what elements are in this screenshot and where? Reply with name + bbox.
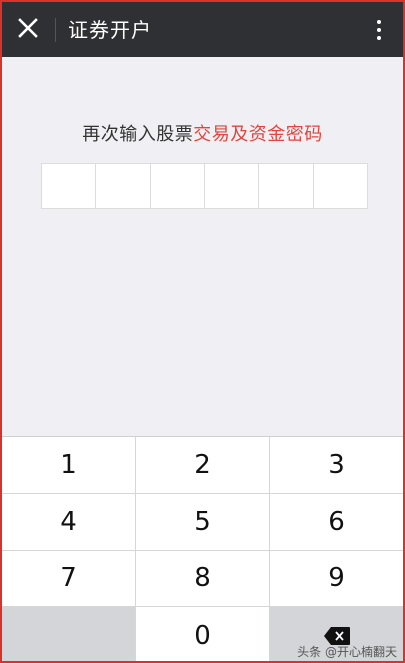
close-icon	[18, 18, 38, 38]
pin-cell	[151, 164, 205, 208]
pin-input[interactable]	[41, 163, 368, 209]
keypad-row: 4 5 6	[2, 493, 403, 551]
key-9[interactable]: 9	[270, 551, 403, 607]
keypad-row: 7 8 9	[2, 550, 403, 608]
top-bar: 证券开户	[2, 2, 403, 57]
pin-cell	[96, 164, 151, 208]
more-menu-button[interactable]	[361, 12, 397, 48]
pin-cell	[314, 164, 367, 208]
close-button[interactable]	[10, 10, 46, 46]
backspace-key[interactable]: 头条 @开心楠翻天	[270, 607, 403, 661]
pin-cell	[42, 164, 97, 208]
key-4[interactable]: 4	[2, 493, 136, 550]
header-divider	[55, 18, 56, 42]
pin-cell	[259, 164, 314, 208]
key-2[interactable]: 2	[136, 437, 270, 493]
prompt-prefix: 再次输入股票	[82, 124, 194, 145]
page-title: 证券开户	[68, 18, 152, 42]
pin-cell	[205, 164, 260, 208]
password-prompt: 再次输入股票交易及资金密码	[2, 120, 403, 146]
key-7[interactable]: 7	[2, 550, 136, 607]
key-1[interactable]: 1	[2, 437, 136, 493]
keypad-row: 0 头条 @开心楠翻天	[2, 607, 403, 661]
numeric-keypad: 1 2 3 4 5 6 7 8 9 0 头条 @开心楠翻天	[2, 436, 403, 661]
key-6[interactable]: 6	[270, 494, 403, 550]
app-frame: 证券开户 再次输入股票交易及资金密码 1 2 3 4 5 6 7 8 9 0 头…	[0, 0, 405, 663]
key-3[interactable]: 3	[270, 437, 403, 493]
watermark: 头条 @开心楠翻天	[297, 645, 397, 659]
key-5[interactable]: 5	[136, 493, 270, 550]
key-8[interactable]: 8	[136, 550, 270, 607]
more-vertical-icon	[377, 20, 381, 24]
prompt-highlight: 交易及资金密码	[193, 124, 323, 145]
key-0[interactable]: 0	[136, 607, 270, 661]
keypad-row: 1 2 3	[2, 437, 403, 494]
key-blank	[2, 607, 136, 661]
